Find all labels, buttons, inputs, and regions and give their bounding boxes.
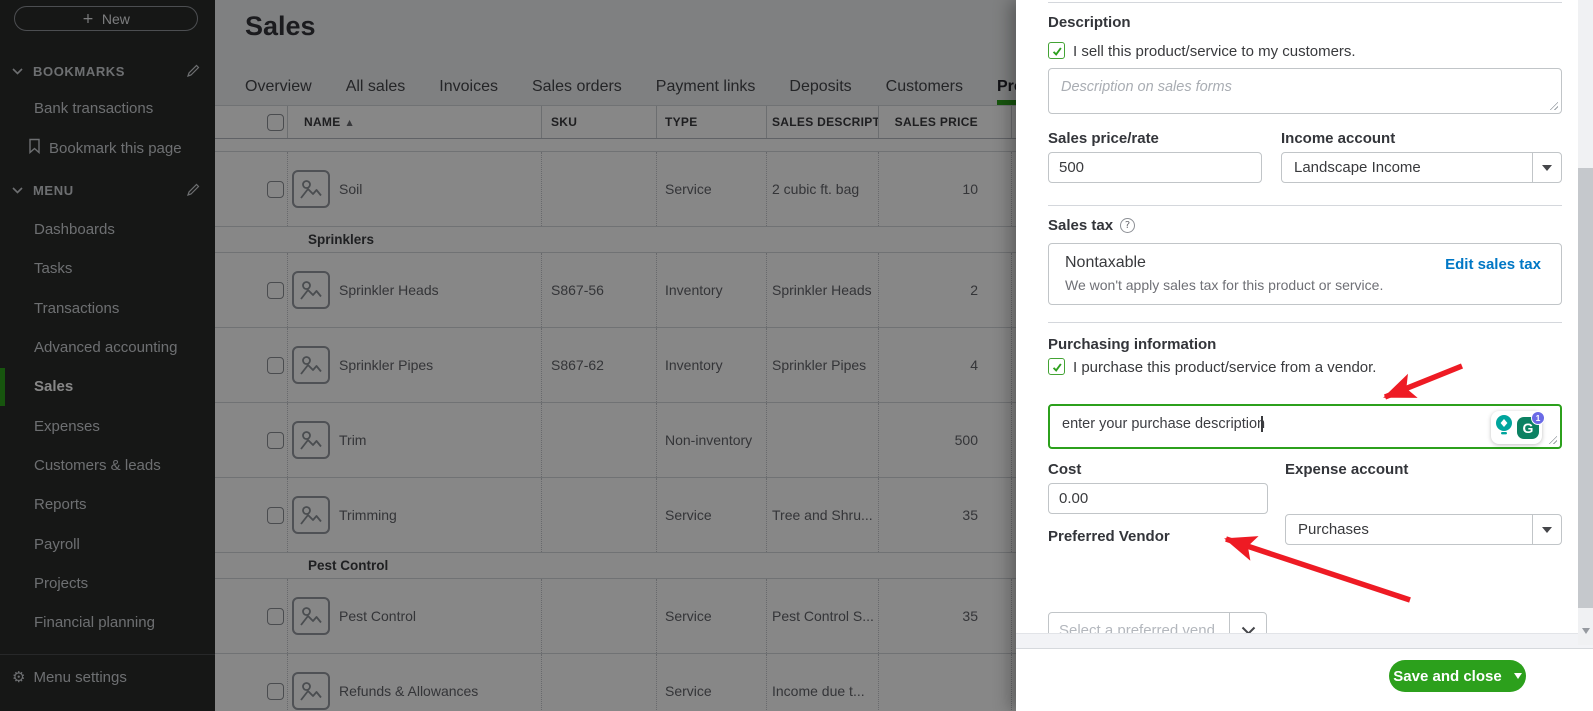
scrollbar-down-arrow[interactable] <box>1582 628 1590 634</box>
text-cursor <box>1261 416 1263 432</box>
sales-tax-box: Nontaxable We won't apply sales tax for … <box>1048 243 1562 305</box>
grammarly-widget: G 1 <box>1491 410 1545 444</box>
cost-label: Cost <box>1048 461 1082 478</box>
expense-account-select[interactable]: Purchases <box>1285 514 1562 545</box>
resize-handle-icon <box>1549 101 1558 110</box>
sales-tax-status: Nontaxable <box>1065 254 1146 271</box>
quickbooks-app: + New BOOKMARKS Bank transactions Bookma… <box>0 0 1593 711</box>
income-account-label: Income account <box>1281 130 1396 147</box>
save-and-close-button[interactable]: Save and close <box>1389 660 1526 692</box>
edit-product-panel: Description I sell this product/service … <box>1016 0 1593 711</box>
resize-handle-icon <box>1548 435 1557 444</box>
save-and-close-label: Save and close <box>1393 667 1502 685</box>
sales-tax-note: We won't apply sales tax for this produc… <box>1065 277 1384 293</box>
expense-account-dropdown-button[interactable] <box>1532 515 1561 544</box>
sales-description-textarea[interactable]: Description on sales forms <box>1048 68 1562 114</box>
edit-sales-tax-link[interactable]: Edit sales tax <box>1445 256 1541 273</box>
income-account-dropdown-button[interactable] <box>1532 153 1561 182</box>
question-glyph: ? <box>1124 220 1131 231</box>
sales-price-value: 500 <box>1059 159 1085 176</box>
sell-checkbox[interactable] <box>1048 42 1065 59</box>
caret-down-icon <box>1513 673 1522 679</box>
expense-account-value: Purchases <box>1298 521 1369 538</box>
purchase-checkbox-label: I purchase this product/service from a v… <box>1073 359 1377 376</box>
description-label: Description <box>1048 14 1131 31</box>
scrollbar-track[interactable] <box>1578 0 1593 645</box>
sales-tax-label: Sales tax <box>1048 217 1114 234</box>
panel-divider <box>1048 322 1562 323</box>
panel-divider <box>1048 2 1562 3</box>
modal-dim-overlay <box>0 0 1016 711</box>
help-question-icon[interactable]: ? <box>1120 218 1136 233</box>
purchase-description-textarea[interactable]: enter your purchase description G 1 <box>1048 404 1562 449</box>
caret-down-icon <box>1542 164 1552 171</box>
panel-footer: Save and close <box>1016 648 1593 710</box>
suggestion-bulb-icon[interactable] <box>1494 414 1514 441</box>
caret-down-icon <box>1542 526 1552 533</box>
sales-price-label: Sales price/rate <box>1048 130 1159 147</box>
panel-divider <box>1048 205 1562 206</box>
cost-value: 0.00 <box>1059 490 1089 507</box>
cost-input[interactable]: 0.00 <box>1048 483 1268 514</box>
income-account-select[interactable]: Landscape Income <box>1281 152 1562 183</box>
scrollbar-thumb[interactable] <box>1578 168 1593 608</box>
income-account-value: Landscape Income <box>1294 159 1421 176</box>
purchase-description-value: enter your purchase description <box>1062 416 1266 432</box>
preferred-vendor-label: Preferred Vendor <box>1048 528 1170 545</box>
sell-checkbox-label: I sell this product/service to my custom… <box>1073 43 1356 60</box>
purchasing-information-label: Purchasing information <box>1048 336 1217 353</box>
expense-account-label: Expense account <box>1285 461 1409 478</box>
sales-price-input[interactable]: 500 <box>1048 152 1262 183</box>
grammarly-icon[interactable]: G 1 <box>1517 410 1545 439</box>
grammarly-badge: 1 <box>1531 410 1545 425</box>
purchase-checkbox[interactable] <box>1048 358 1065 375</box>
panel-scroll-end <box>1016 633 1593 648</box>
sales-description-placeholder: Description on sales forms <box>1061 79 1232 95</box>
